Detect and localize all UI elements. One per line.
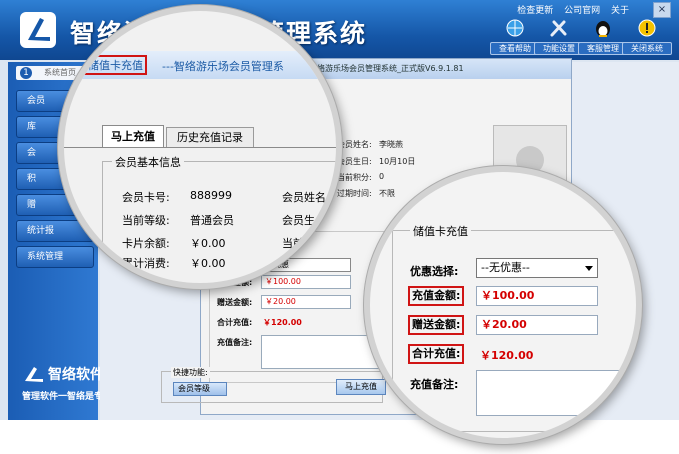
brand-slogan: 管理软件一智络是专家 <box>22 392 113 402</box>
quick-functions-label: 快捷功能: <box>171 367 210 378</box>
gift-amount-label: 赠送金额: <box>217 298 253 307</box>
member-level-button[interactable]: 会员等级 <box>173 382 227 396</box>
member-name-value: 李晓燕 <box>379 140 403 149</box>
zoom-dialog-titlebar: 储值卡充值 ---智络游乐场会员管理系 <box>64 51 336 79</box>
top-links: 检查更新 公司官网 关于 <box>509 3 629 16</box>
chevron-down-icon <box>585 266 593 271</box>
total-recharge-label-zoom: 合计充值: <box>408 344 465 364</box>
remark-label: 充值备注: <box>217 338 253 347</box>
brand-name: 智络软件 <box>48 367 104 383</box>
charge-now-button[interactable]: 马上充值 <box>336 379 386 395</box>
remark-label-zoom: 充值备注: <box>410 378 459 391</box>
company-site-link[interactable]: 公司官网 <box>564 6 600 16</box>
stored-value-recharge-title: 储值卡充值 <box>410 223 471 239</box>
card-balance-label: 卡片余额: <box>122 237 170 250</box>
points-value: 0 <box>379 172 385 181</box>
about-link[interactable]: 关于 <box>611 6 629 16</box>
total-recharge-value-zoom: ￥120.00 <box>480 349 534 362</box>
member-name-label: 会员姓名: <box>337 140 372 149</box>
member-name-label-zoom: 会员姓名 <box>282 191 326 204</box>
screenshot-stage: 智络游乐场会员管理系统 检查更新 公司官网 关于 × 查看帮助 功能设置 <box>0 0 679 454</box>
card-number-value: 888999 <box>190 189 232 202</box>
total-spent-label: 累计消费: <box>122 257 170 270</box>
sidebar-tab-number: 1 <box>20 67 32 79</box>
promo-select-label: 优惠选择: <box>410 265 459 278</box>
gift-amount-input-zoom[interactable]: ￥20.00 <box>476 315 598 335</box>
promo-select-value: --无优惠-- <box>481 261 530 274</box>
customer-service-label: 客服管理 <box>578 42 628 55</box>
current-points-label-zoom: 当前 <box>282 237 304 250</box>
check-update-link[interactable]: 检查更新 <box>517 6 553 16</box>
gift-amount-input[interactable]: ￥20.00 <box>261 295 351 309</box>
points-label: 当前积分: <box>337 173 372 182</box>
help-button[interactable]: 查看帮助 <box>490 18 540 55</box>
settings-button[interactable]: 功能设置 <box>534 18 584 55</box>
window-close-button[interactable]: × <box>653 2 671 18</box>
brand-logo-icon <box>25 367 43 382</box>
tab-recharge-history[interactable]: 历史充值记录 <box>166 127 254 148</box>
level-label: 当前等级: <box>122 214 170 227</box>
remark-textarea-zoom[interactable] <box>476 370 636 416</box>
recharge-amount-label-zoom: 充值金额: <box>408 286 465 306</box>
warning-icon <box>638 19 656 37</box>
app-logo-icon <box>20 12 56 48</box>
birthday-label: 会员生日: <box>337 157 372 166</box>
promo-select-dropdown[interactable]: --无优惠-- <box>476 258 598 278</box>
member-info-group-title: 会员基本信息 <box>112 154 184 170</box>
zoom-circle-recharge: 储值卡充值 优惠选择: --无优惠-- 充值金额: ￥100.00 赠送金额: … <box>364 166 642 444</box>
expiry-label: 过期时间: <box>337 189 372 198</box>
total-spent-value: ￥0.00 <box>190 257 226 270</box>
tab-divider <box>64 147 336 148</box>
zoom-dialog-subtitle: ---智络游乐场会员管理系 <box>162 60 284 73</box>
zoom-dialog-title: 储值卡充值 <box>84 55 147 75</box>
qq-penguin-icon <box>596 21 610 37</box>
recharge-amount-input-zoom[interactable]: ￥100.00 <box>476 286 598 306</box>
member-birthday-label-zoom: 会员生 <box>282 214 315 227</box>
card-number-label: 会员卡号: <box>122 191 170 204</box>
sidebar-item-system[interactable]: 系统管理 <box>16 246 94 268</box>
total-recharge-value: ￥120.00 <box>263 318 302 327</box>
total-recharge-label: 合计充值: <box>217 318 253 327</box>
close-system-button[interactable]: 关闭系统 <box>622 18 672 55</box>
help-label: 查看帮助 <box>490 42 540 55</box>
gift-amount-label-zoom: 赠送金额: <box>408 315 465 335</box>
birthday-value: 10月10日 <box>379 157 416 166</box>
tab-recharge-now[interactable]: 马上充值 <box>102 125 164 148</box>
tools-icon <box>550 20 567 37</box>
close-system-label: 关闭系统 <box>622 42 672 55</box>
expiry-value: 不限 <box>379 189 395 198</box>
customer-service-button[interactable]: 客服管理 <box>578 18 628 55</box>
card-balance-value: ￥0.00 <box>190 237 226 250</box>
level-value: 普通会员 <box>190 214 234 227</box>
zoom-circle-member-info: 储值卡充值 ---智络游乐场会员管理系 马上充值 历史充值记录 会员基本信息 会… <box>58 5 342 289</box>
settings-label: 功能设置 <box>534 42 584 55</box>
globe-icon <box>506 19 524 37</box>
